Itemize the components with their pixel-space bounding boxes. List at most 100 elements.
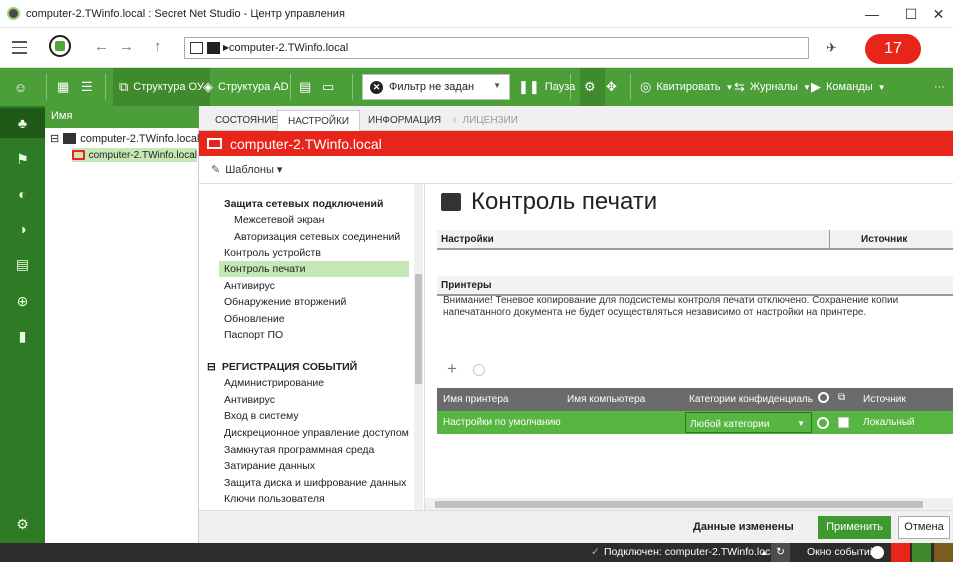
remove-icon[interactable] (473, 364, 485, 376)
address-bar: ← → ↑ ▶ computer-2.TWinfo.local ✈ 17 (0, 28, 953, 68)
shadow-copy-checkbox[interactable] (838, 417, 849, 428)
copy-column-icon: ⧉ (838, 392, 846, 403)
pause-button[interactable]: ❚❚ Пауза (518, 68, 575, 106)
policies-icon[interactable]: ◐ (0, 179, 45, 209)
acknowledge-icon: ◎ (640, 79, 652, 94)
target-icon[interactable]: ✥ (606, 68, 622, 106)
up-icon[interactable]: ↑ (154, 38, 162, 55)
pin-icon[interactable]: ✈ (826, 40, 837, 56)
list-view-icon[interactable]: ☰ (81, 68, 98, 106)
tiles-view-icon[interactable]: ▦ (57, 68, 74, 106)
gear-icon[interactable]: ⚙ (580, 68, 605, 106)
source-column-header: Источник (861, 234, 908, 245)
templates-dropdown[interactable]: Шаблоны ▾ (225, 163, 282, 176)
scrollbar-thumb[interactable] (435, 501, 923, 508)
storage-icon[interactable]: ▤ (0, 249, 45, 279)
tab-settings[interactable]: НАСТРОЙКИ (277, 110, 361, 131)
app-logo-icon (49, 35, 71, 57)
commands-button[interactable]: ▶ Команды ▼ (811, 68, 886, 106)
settings-gear-icon[interactable]: ⚙ (0, 509, 45, 539)
server-view-icon[interactable]: ▤ (299, 68, 316, 106)
events-icon[interactable]: ⚑ (0, 144, 45, 174)
settings-tree: Защита сетевых подключений Межсетевой эк… (199, 184, 425, 510)
event-item-user-keys[interactable]: Ключи пользователя (224, 493, 325, 505)
content-horizontal-scrollbar[interactable] (425, 498, 953, 510)
acknowledge-button[interactable]: ◎ Квитировать ▼ (640, 68, 733, 106)
event-item-data-wipe[interactable]: Затирание данных (224, 460, 315, 472)
journals-button[interactable]: ⇆ Журналы ▼ (734, 68, 811, 106)
event-item-login[interactable]: Вход в систему (224, 410, 299, 422)
user-icon[interactable]: ☺ (10, 68, 36, 106)
event-item-admin[interactable]: Администрирование (224, 377, 324, 389)
tray-icon[interactable] (934, 543, 953, 562)
add-icon[interactable]: + (447, 359, 457, 379)
event-item-antivirus[interactable]: Антивирус (224, 394, 275, 406)
refresh-icon[interactable]: ↻ (771, 543, 790, 562)
tab-licenses[interactable]: ♀ ЛИЦЕНЗИИ (441, 110, 528, 131)
documents-icon[interactable]: ▮ (0, 321, 45, 351)
structure-ou-button[interactable]: ⧉ Структура ОУ (113, 68, 210, 106)
settings-item-network-protection[interactable]: Защита сетевых подключений (224, 198, 383, 210)
server-icon (207, 42, 220, 54)
expand-icon[interactable] (871, 546, 884, 559)
change-status: Данные изменены (693, 521, 794, 533)
forward-icon[interactable]: → (119, 38, 134, 55)
settings-item-network-auth[interactable]: Авторизация сетевых соединений (234, 231, 400, 243)
scrollbar-thumb[interactable] (415, 274, 422, 384)
filter-dropdown[interactable]: ✕ Фильтр не задан ▼ (362, 74, 510, 100)
filter-clear-icon[interactable]: ✕ (370, 80, 383, 94)
main-toolbar: ☺ ▦ ☰ ⧉ Структура ОУ ◈ Структура AD ▤ ▭ ✕ … (0, 68, 953, 106)
connection-status: Подключен: computer-2.TWinfo.local (604, 546, 779, 558)
hierarchy-icon: ⧉ (119, 79, 129, 94)
events-window-label[interactable]: Окно событий (807, 546, 876, 558)
chevron-down-icon: ▼ (802, 82, 811, 92)
pencil-icon: ✎ (211, 164, 221, 176)
settings-scrollbar[interactable] (414, 184, 423, 510)
address-field[interactable]: ▶ computer-2.TWinfo.local (184, 37, 809, 59)
object-tree (45, 106, 199, 543)
deploy-icon[interactable]: ⊕ (0, 286, 45, 316)
settings-item-intrusion-detection[interactable]: Обнаружение вторжений (224, 296, 346, 308)
notifications-badge[interactable]: 17 (865, 34, 921, 64)
warning-text: Внимание! Теневое копирование для подсис… (443, 295, 899, 318)
settings-item-device-control[interactable]: Контроль устройств (224, 247, 321, 259)
minimize-button[interactable]: — (852, 2, 892, 26)
pause-icon: ❚❚ (518, 79, 540, 94)
chevron-down-icon: ▼ (877, 82, 886, 92)
chevron-down-icon: ▼ (725, 82, 734, 92)
event-item-disk-encryption[interactable]: Защита диска и шифрование данных (224, 477, 406, 489)
users-icon[interactable]: ♣ (0, 108, 45, 138)
app-icon (7, 7, 20, 20)
menu-icon[interactable] (12, 41, 27, 58)
event-item-dac[interactable]: Дискреционное управление доступом (224, 427, 409, 439)
close-button[interactable]: ✕ (924, 2, 953, 26)
settings-item-update[interactable]: Обновление (224, 313, 285, 325)
table-row[interactable]: Настройки по умолчанию Любой категории ▼… (437, 411, 953, 434)
computer-view-icon[interactable]: ▭ (322, 68, 339, 106)
cancel-button[interactable]: Отмена (898, 516, 950, 539)
category-dropdown[interactable]: Любой категории ▼ (685, 412, 812, 433)
back-icon[interactable]: ← (94, 38, 109, 55)
tab-state[interactable]: СОСТОЯНИЕ (205, 110, 288, 131)
reports-icon[interactable]: ◑ (0, 214, 45, 244)
alert-icon[interactable] (891, 543, 910, 562)
collapse-icon[interactable]: ⊟ (50, 132, 59, 145)
events-section-header[interactable]: ⊟ РЕГИСТРАЦИЯ СОБЫТИЙ (207, 361, 357, 373)
server-icon (63, 133, 77, 144)
structure-ad-button[interactable]: ◈ Структура AD (203, 68, 289, 106)
settings-item-firewall[interactable]: Межсетевой экран (234, 214, 324, 226)
tab-info[interactable]: ИНФОРМАЦИЯ (358, 110, 451, 131)
settings-item-antivirus[interactable]: Антивирус (224, 280, 275, 292)
apply-button[interactable]: Применить (818, 516, 891, 539)
event-item-closed-env[interactable]: Замкнутая программная среда (224, 444, 374, 456)
templates-bar: ✎ Шаблоны ▾ (199, 156, 953, 184)
printer-icon (441, 193, 461, 211)
tree-item-computer[interactable]: computer-2.TWinfo.local (72, 148, 197, 162)
chevron-up-icon[interactable]: ▲ (760, 548, 768, 557)
monitor-icon[interactable] (912, 543, 931, 562)
ok-icon (817, 417, 829, 429)
settings-item-software-passport[interactable]: Паспорт ПО (224, 329, 283, 341)
tree-item-domain[interactable]: ⊟ computer-2.TWinfo.local (50, 132, 199, 146)
settings-item-print-control[interactable]: Контроль печати (219, 261, 409, 277)
more-button[interactable]: ··· (934, 68, 945, 106)
